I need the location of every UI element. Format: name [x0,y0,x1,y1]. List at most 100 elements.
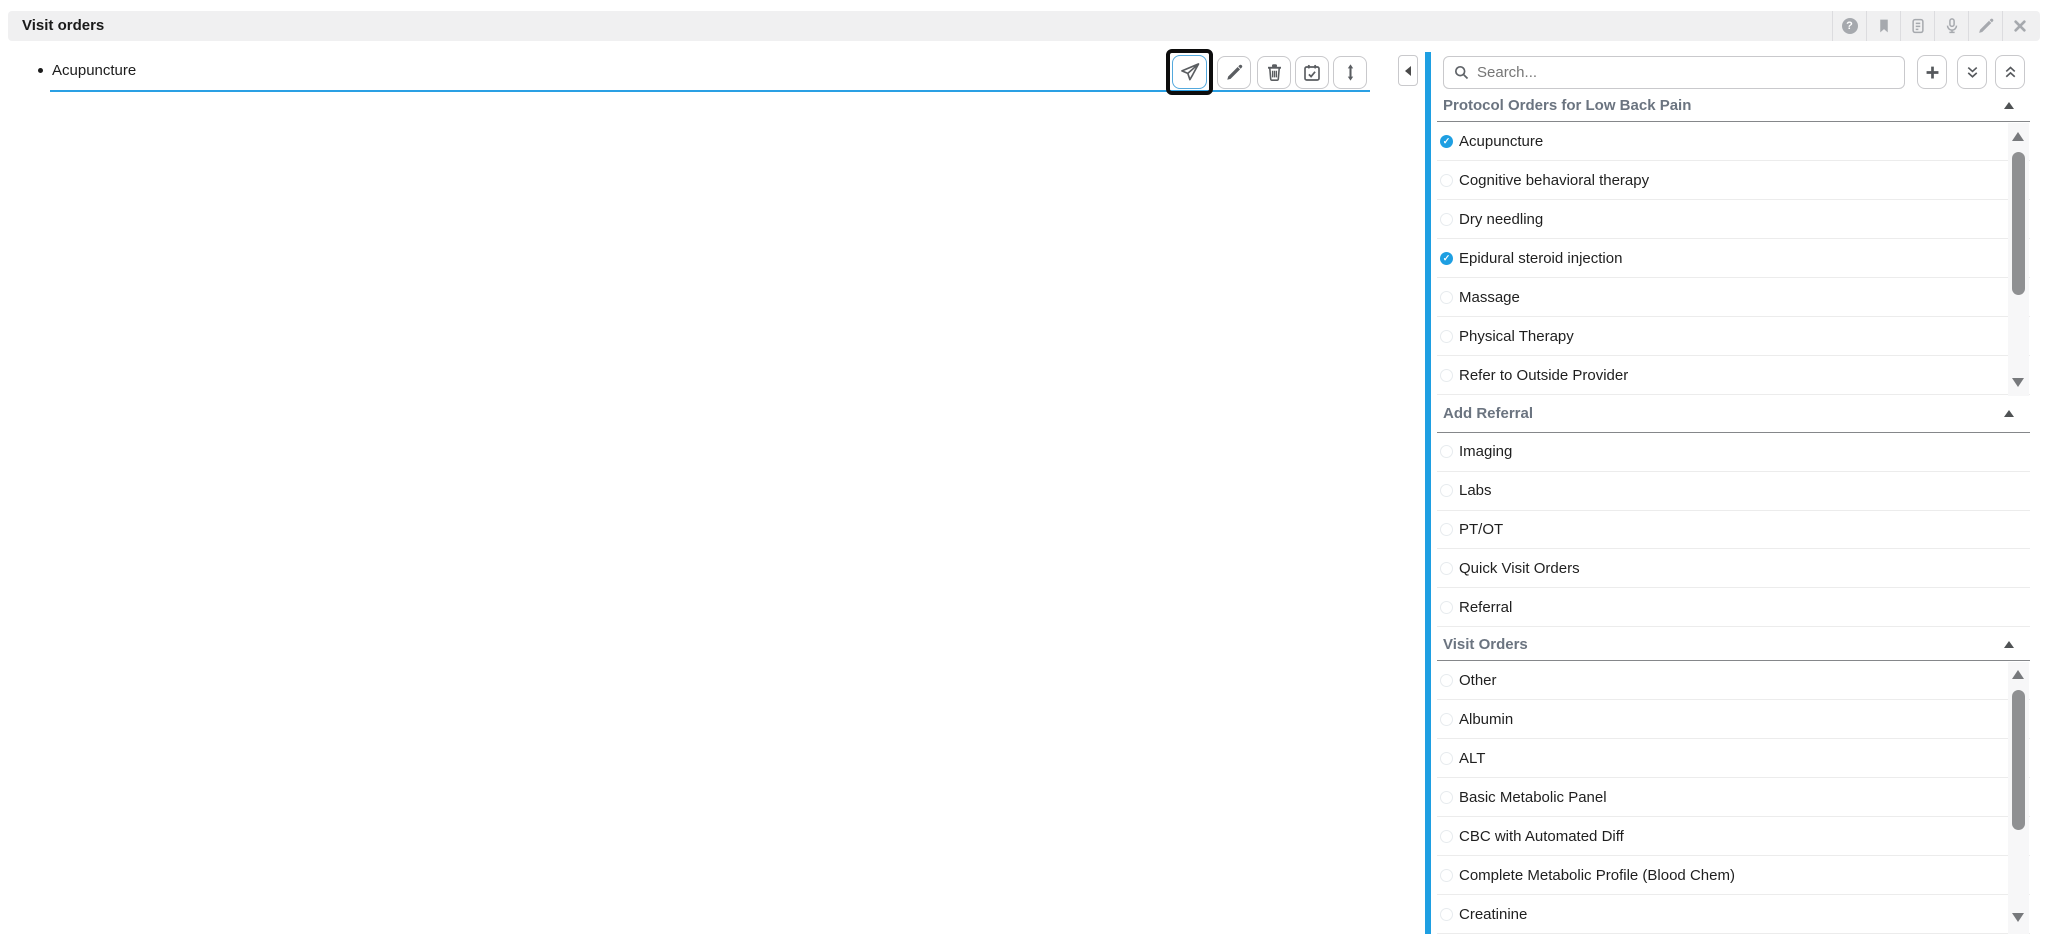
checked-icon: ✓ [1440,252,1453,265]
pencil-icon[interactable] [1968,11,2002,41]
double-chevron-up-icon[interactable] [1995,55,2025,89]
list-item-label: Complete Metabolic Profile (Blood Chem) [1459,867,1735,884]
delete-order-button[interactable] [1257,56,1291,89]
list-item-label: Other [1459,672,1497,689]
unchecked-icon [1440,523,1453,536]
unchecked-icon [1440,330,1453,343]
list-item[interactable]: Other [1437,661,2030,700]
list-item-label: Acupuncture [1459,133,1543,150]
list-item[interactable]: ✓ Epidural steroid injection [1437,239,2030,278]
unchecked-icon [1440,908,1453,921]
unchecked-icon [1440,752,1453,765]
list-item[interactable]: Massage [1437,278,2030,317]
collapse-up-icon[interactable] [2004,102,2014,109]
search-icon [1453,64,1470,81]
close-icon[interactable] [2002,11,2036,41]
list-item-label: ALT [1459,750,1485,767]
unchecked-icon [1440,830,1453,843]
list-item[interactable]: Physical Therapy [1437,317,2030,356]
list-item-label: Cognitive behavioral therapy [1459,172,1649,189]
checked-icon: ✓ [1440,135,1453,148]
edit-order-button[interactable] [1217,56,1251,89]
list-item[interactable]: ✓ Acupuncture [1437,122,2030,161]
list-item-label: Albumin [1459,711,1513,728]
scroll-down-icon[interactable] [2012,913,2024,922]
list-item[interactable]: Basic Metabolic Panel [1437,778,2030,817]
search-box [1443,56,1905,89]
help-icon[interactable]: ? [1832,11,1866,41]
unchecked-icon [1440,174,1453,187]
left-triangle-icon [1405,66,1411,76]
list-item[interactable]: Refer to Outside Provider [1437,356,2030,395]
vertical-arrows-button[interactable] [1333,56,1367,89]
unchecked-icon [1440,369,1453,382]
unchecked-icon [1440,674,1453,687]
unchecked-icon [1440,445,1453,458]
list-item[interactable]: Imaging [1437,433,2030,472]
list-item[interactable]: Dry needling [1437,200,2030,239]
list-item-label: PT/OT [1459,521,1503,538]
section-title: Visit Orders [1437,636,2004,653]
list-item-label: Imaging [1459,443,1512,460]
list-item-label: Physical Therapy [1459,328,1574,345]
unchecked-icon [1440,713,1453,726]
title-bar: Visit orders ? [8,11,2040,41]
list-item-label: Labs [1459,482,1492,499]
panel-accent-stripe [1425,52,1431,934]
unchecked-icon [1440,291,1453,304]
help-glyph: ? [1842,18,1858,34]
section-header[interactable]: Protocol Orders for Low Back Pain [1437,90,2030,122]
unchecked-icon [1440,562,1453,575]
collapse-up-icon[interactable] [2004,410,2014,417]
calendar-check-button[interactable] [1295,56,1329,89]
scrollbar[interactable] [2008,662,2029,934]
search-input[interactable] [1470,57,1904,88]
section-protocol-orders: Protocol Orders for Low Back Pain ✓ Acupu… [1437,90,2030,395]
list-item[interactable]: Cognitive behavioral therapy [1437,161,2030,200]
double-chevron-down-icon[interactable] [1957,55,1987,89]
list-item-label: Basic Metabolic Panel [1459,789,1607,806]
scrollbar[interactable] [2008,123,2029,396]
order-item-label: Acupuncture [52,62,136,79]
add-order-button[interactable] [1917,55,1947,89]
page-title: Visit orders [22,11,104,41]
list-item-label: Dry needling [1459,211,1543,228]
journal-icon[interactable] [1900,11,1934,41]
order-list-item[interactable]: Acupuncture [38,62,136,79]
list-item[interactable]: CBC with Automated Diff [1437,817,2030,856]
list-item[interactable]: Labs [1437,472,2030,511]
list-item[interactable]: ALT [1437,739,2030,778]
list-item[interactable]: Albumin [1437,700,2030,739]
microphone-icon[interactable] [1934,11,1968,41]
list-item-label: CBC with Automated Diff [1459,828,1624,845]
unchecked-icon [1440,484,1453,497]
list-item[interactable]: PT/OT [1437,511,2030,550]
send-order-button[interactable] [1172,55,1207,89]
list-item[interactable]: Complete Metabolic Profile (Blood Chem) [1437,856,2030,895]
bookmark-icon[interactable] [1866,11,1900,41]
section-add-referral: Add Referral Imaging Labs PT/OT Quick Visit… [1437,395,2030,627]
list-item-label: Epidural steroid injection [1459,250,1622,267]
list-item-label: Quick Visit Orders [1459,560,1580,577]
list-item-label: Creatinine [1459,906,1527,923]
scrollbar-thumb[interactable] [2012,152,2025,295]
list-item[interactable]: Creatinine [1437,895,2030,934]
collapse-up-icon[interactable] [2004,641,2014,648]
unchecked-icon [1440,869,1453,882]
bullet-icon [38,68,43,73]
list-item-label: Refer to Outside Provider [1459,367,1628,384]
list-item-label: Massage [1459,289,1520,306]
unchecked-icon [1440,213,1453,226]
section-header[interactable]: Add Referral [1437,395,2030,433]
list-item[interactable]: Quick Visit Orders [1437,549,2030,588]
list-item[interactable]: Referral [1437,588,2030,627]
list-item-label: Referral [1459,599,1512,616]
scroll-up-icon[interactable] [2012,132,2024,141]
section-visit-orders: Visit Orders Other Albumin ALT Basic Metabo… [1437,628,2030,934]
title-bar-actions: ? [1832,11,2036,41]
panel-collapse-button[interactable] [1398,55,1418,86]
scroll-up-icon[interactable] [2012,670,2024,679]
scrollbar-thumb[interactable] [2012,690,2025,830]
scroll-down-icon[interactable] [2012,378,2024,387]
section-header[interactable]: Visit Orders [1437,628,2030,661]
